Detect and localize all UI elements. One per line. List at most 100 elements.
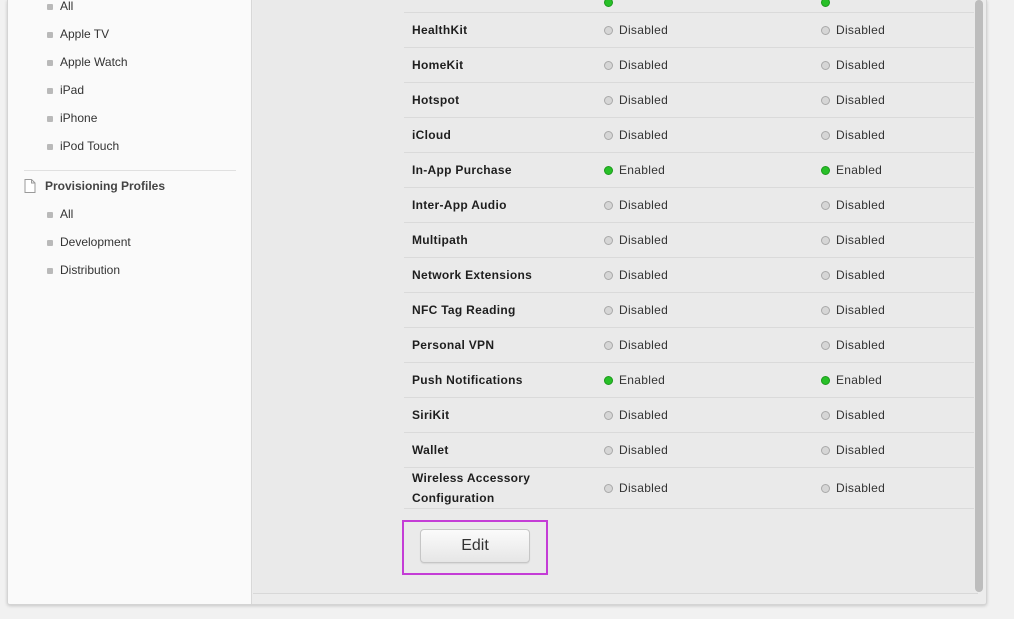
status-dot-icon [604, 375, 613, 385]
status-dot-icon [604, 0, 613, 7]
table-row: Push Notifications Enabled Enabled [404, 363, 974, 398]
bullet-icon [47, 59, 53, 66]
edit-button[interactable]: Edit [420, 529, 530, 563]
sidebar-item-profiles-all[interactable]: All [47, 204, 73, 224]
table-row: NFC Tag Reading Disabled Disabled [404, 293, 974, 328]
status-dot-icon [821, 445, 830, 455]
status-dot-icon [821, 410, 830, 420]
status-dot-icon [821, 340, 830, 350]
sidebar-item-development[interactable]: Development [47, 232, 131, 252]
development-status: Disabled [604, 303, 668, 317]
distribution-status: Enabled [821, 163, 882, 177]
sidebar-item-label: Apple Watch [60, 55, 128, 69]
document-icon [24, 179, 36, 193]
vertical-scrollbar[interactable] [975, 0, 983, 592]
status-dot-icon [604, 60, 613, 70]
capability-name: Push Notifications [412, 373, 523, 387]
development-status: Disabled [604, 338, 668, 352]
status-dot-icon [821, 165, 830, 175]
status-dot-icon [821, 235, 830, 245]
development-status: Disabled [604, 128, 668, 142]
status-dot-icon [821, 130, 830, 140]
distribution-status: Disabled [821, 23, 885, 37]
capability-name: Inter-App Audio [412, 198, 507, 212]
sidebar-item-devices-all[interactable]: All [47, 0, 73, 16]
bullet-icon [47, 211, 53, 218]
sidebar-item-distribution[interactable]: Distribution [47, 260, 120, 280]
distribution-status: Disabled [821, 338, 885, 352]
status-dot-icon [604, 483, 613, 493]
development-status: Disabled [604, 268, 668, 282]
development-status: Enabled [604, 373, 665, 387]
bullet-icon [47, 239, 53, 246]
development-status: Disabled [604, 93, 668, 107]
sidebar-item-label: Apple TV [60, 27, 110, 41]
main-content: HealthKit Disabled Disabled HomeKit Disa… [253, 0, 978, 594]
sidebar-item-label: Distribution [60, 263, 121, 277]
status-dot-icon [604, 25, 613, 35]
capability-name: HomeKit [412, 58, 464, 72]
section-title: Provisioning Profiles [45, 179, 166, 193]
sidebar-item-label: iPod Touch [60, 139, 120, 153]
sidebar-item-apple-watch[interactable]: Apple Watch [47, 52, 128, 72]
bullet-icon [47, 267, 53, 274]
distribution-status: Disabled [821, 93, 885, 107]
status-dot-icon [604, 165, 613, 175]
distribution-status: Disabled [821, 198, 885, 212]
status-dot-icon [604, 445, 613, 455]
sidebar-item-label: Development [60, 235, 131, 249]
table-row: Hotspot Disabled Disabled [404, 83, 974, 118]
distribution-status: Disabled [821, 303, 885, 317]
capability-name: Multipath [412, 233, 469, 247]
status-dot-icon [604, 340, 613, 350]
status-dot-icon [604, 410, 613, 420]
bullet-icon [47, 87, 53, 94]
distribution-status: Disabled [821, 268, 885, 282]
status-dot-icon [821, 483, 830, 493]
sidebar-section-provisioning-profiles[interactable]: Provisioning Profiles [24, 176, 165, 196]
bullet-icon [47, 31, 53, 38]
development-status: Disabled [604, 481, 668, 495]
development-status: Disabled [604, 198, 668, 212]
development-status: Disabled [604, 443, 668, 457]
table-row: Network Extensions Disabled Disabled [404, 258, 974, 293]
capability-name: Hotspot [412, 93, 460, 107]
bullet-icon [47, 115, 53, 122]
capability-name: Wallet [412, 443, 449, 457]
sidebar-item-label: All [60, 207, 74, 221]
distribution-status: Disabled [821, 481, 885, 495]
table-row-partial [404, 0, 974, 13]
sidebar-item-ipad[interactable]: iPad [47, 80, 84, 100]
status-dot-icon [821, 60, 830, 70]
sidebar-item-ipod-touch[interactable]: iPod Touch [47, 136, 119, 156]
table-row: Multipath Disabled Disabled [404, 223, 974, 258]
status-dot-icon [821, 200, 830, 210]
status-dot-icon [604, 95, 613, 105]
development-status: Disabled [604, 408, 668, 422]
status-dot-icon [604, 270, 613, 280]
app-window: All Apple TV Apple Watch iPad iPhone iPo… [7, 0, 987, 605]
capability-name: NFC Tag Reading [412, 303, 516, 317]
distribution-status: Disabled [821, 408, 885, 422]
distribution-status: Disabled [821, 58, 885, 72]
sidebar-item-label: iPad [60, 83, 85, 97]
distribution-status: Disabled [821, 233, 885, 247]
status-dot-icon [821, 305, 830, 315]
development-status: Disabled [604, 233, 668, 247]
table-row: In-App Purchase Enabled Enabled [404, 153, 974, 188]
development-status: Disabled [604, 58, 668, 72]
development-status: Disabled [604, 23, 668, 37]
table-row: HealthKit Disabled Disabled [404, 13, 974, 48]
sidebar-item-apple-tv[interactable]: Apple TV [47, 24, 109, 44]
capability-name: Wireless Accessory Configuration [412, 471, 531, 505]
capability-name: Network Extensions [412, 268, 533, 282]
status-dot-icon [821, 0, 830, 7]
status-dot-icon [604, 200, 613, 210]
status-dot-icon [821, 95, 830, 105]
status-dot-icon [604, 305, 613, 315]
sidebar-divider [24, 170, 236, 171]
table-row: Wireless Accessory Configuration Disable… [404, 468, 974, 509]
distribution-status: Enabled [821, 373, 882, 387]
sidebar-item-iphone[interactable]: iPhone [47, 108, 97, 128]
capability-name: HealthKit [412, 23, 468, 37]
